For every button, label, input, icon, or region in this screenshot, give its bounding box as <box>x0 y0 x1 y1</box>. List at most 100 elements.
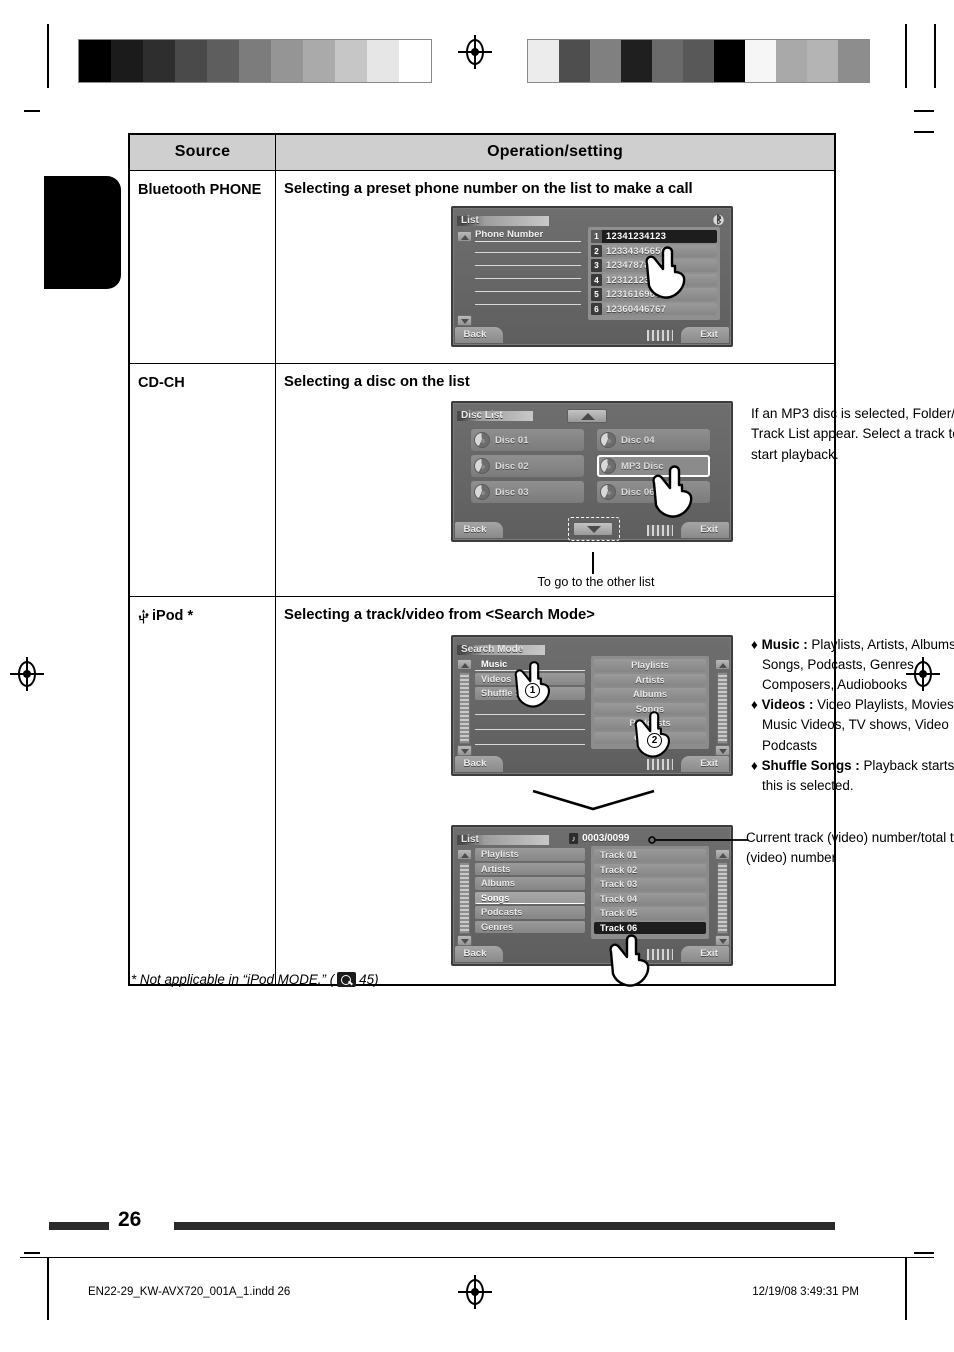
empty-list-row <box>475 719 585 730</box>
scroll-down-button[interactable] <box>457 315 472 326</box>
crop-mark-tr-v <box>905 24 907 88</box>
callout-dashed-ring <box>568 517 620 541</box>
screen-track-list: List ♪ 0003/0099 Playlists Artists Albums S… <box>451 825 733 966</box>
grip-handle[interactable] <box>647 949 673 960</box>
calibration-swatch <box>239 40 271 82</box>
empty-list-row <box>475 734 585 745</box>
scroll-down-button-left[interactable] <box>457 745 472 756</box>
category-item[interactable]: Podcasts <box>475 906 585 919</box>
scroll-up-button-right[interactable] <box>715 849 730 860</box>
search-category-item[interactable]: Playlists <box>594 659 706 672</box>
calibration-swatch <box>367 40 399 82</box>
track-item[interactable]: Track 03 <box>594 878 706 891</box>
calibration-swatch <box>714 40 745 82</box>
category-item[interactable]: Genres <box>475 920 585 933</box>
scroll-up-button[interactable] <box>457 231 472 242</box>
disc-label: MP3 Disc <box>621 460 664 472</box>
screen-search-mode: Search Mode Music Videos Shuffle Songs Pla… <box>451 635 733 776</box>
preset-number-item[interactable]: 4 12312123535 <box>591 273 717 286</box>
search-category-item[interactable]: Podcasts <box>594 717 706 730</box>
back-button[interactable]: Back <box>455 946 503 962</box>
scrollbar-rail-right[interactable] <box>717 672 728 744</box>
calibration-swatch <box>807 40 838 82</box>
crop-mark-tr-v2 <box>934 24 936 88</box>
track-item[interactable]: Track 02 <box>594 863 706 876</box>
search-category-item[interactable]: Artists <box>594 673 706 686</box>
preset-number-item[interactable]: 6 12360446767 <box>591 302 717 315</box>
source-ipod-label: iPod * <box>152 608 194 624</box>
track-item[interactable]: Track 04 <box>594 892 706 905</box>
magnifier-icon <box>337 972 357 987</box>
phone-number-column: Phone Number <box>475 229 581 307</box>
back-button[interactable]: Back <box>455 522 503 538</box>
bullet-item: ♦ Music : Playlists, Artists, Albums, So… <box>751 635 954 695</box>
scroll-up-button-left[interactable] <box>457 849 472 860</box>
back-button[interactable]: Back <box>455 327 503 343</box>
scroll-down-button-right[interactable] <box>715 745 730 756</box>
operation-title-ipod: Selecting a track/video from <Search Mod… <box>284 607 595 623</box>
search-category-item[interactable]: Albums <box>594 688 706 701</box>
grip-handle[interactable] <box>647 759 673 770</box>
scroll-up-button-right[interactable] <box>715 659 730 670</box>
caption-leader-line <box>592 552 594 574</box>
preset-index: 3 <box>591 259 602 272</box>
category-item[interactable]: Artists <box>475 862 585 875</box>
grip-handle[interactable] <box>647 525 673 536</box>
disc-icon <box>474 432 490 448</box>
scroll-up-button-left[interactable] <box>457 659 472 670</box>
phone-number-header: Phone Number <box>475 229 581 242</box>
disc-button[interactable]: Disc 04 <box>597 429 710 451</box>
counter-leader-line <box>648 836 748 844</box>
track-item[interactable]: Track 05 <box>594 907 706 920</box>
disc-button[interactable]: MP3 Disc <box>597 455 710 477</box>
track-counter: ♪ 0003/0099 <box>569 833 629 844</box>
bluetooth-icon <box>713 213 724 226</box>
disc-button[interactable]: Disc 03 <box>471 481 584 503</box>
scroll-down-button-left[interactable] <box>457 935 472 946</box>
exit-button[interactable]: Exit <box>681 327 729 343</box>
disc-button[interactable]: Disc 06 <box>597 481 710 503</box>
scroll-down-button-right[interactable] <box>715 935 730 946</box>
footer-divider <box>20 1257 934 1258</box>
scrollbar-rail-left[interactable] <box>459 862 470 934</box>
exit-button[interactable]: Exit <box>681 522 729 538</box>
grip-handle[interactable] <box>647 330 673 341</box>
preset-number-item[interactable]: 3 12347878999 <box>591 259 717 272</box>
category-item[interactable]: Playlists <box>475 848 585 861</box>
page-up-button[interactable] <box>567 409 607 423</box>
scrollbar-rail-left[interactable] <box>459 672 470 744</box>
registration-target-bottom <box>458 1275 492 1309</box>
category-item[interactable]: Songs <box>475 891 585 904</box>
preset-index: 6 <box>591 302 602 315</box>
preset-number-item[interactable]: 2 12334345656 <box>591 244 717 257</box>
counter-annotation: Current track (video) number/total track… <box>746 830 954 866</box>
preset-number-item[interactable]: 5 12316169661 <box>591 288 717 301</box>
disc-button[interactable]: Disc 01 <box>471 429 584 451</box>
screen-title: List <box>461 834 479 845</box>
preset-number-item[interactable]: 1 12341234123 <box>591 230 717 243</box>
bullet-diamond-icon: ♦ <box>751 697 762 713</box>
disc-label: Disc 03 <box>495 486 529 498</box>
step-number-2: 2 <box>647 733 662 748</box>
operations-table: Source Operation/setting Bluetooth PHONE… <box>128 133 954 987</box>
track-item[interactable]: Track 06 <box>594 921 706 934</box>
calibration-swatch <box>143 40 175 82</box>
table-header-row: Source Operation/setting <box>129 134 835 171</box>
operation-title-bluetooth: Selecting a preset phone number on the l… <box>284 181 693 197</box>
exit-button[interactable]: Exit <box>681 756 729 772</box>
track-item[interactable]: Track 01 <box>594 849 706 862</box>
search-category-item[interactable]: Songs <box>594 702 706 715</box>
empty-list-row <box>475 281 581 292</box>
category-item[interactable]: Albums <box>475 877 585 890</box>
back-button[interactable]: Back <box>455 756 503 772</box>
crop-mark-tl-h <box>24 110 40 112</box>
source-cd-ch: CD-CH <box>129 363 276 597</box>
search-mode-item[interactable]: Music <box>475 658 585 671</box>
disc-button[interactable]: Disc 02 <box>471 455 584 477</box>
exit-button[interactable]: Exit <box>681 946 729 962</box>
scrollbar-rail-right[interactable] <box>717 862 728 934</box>
greyscale-calibration-strip-left <box>78 39 432 83</box>
page-rule-right <box>174 1222 835 1230</box>
calibration-swatch <box>271 40 303 82</box>
search-mode-left-list: Music Videos Shuffle Songs <box>475 658 585 747</box>
